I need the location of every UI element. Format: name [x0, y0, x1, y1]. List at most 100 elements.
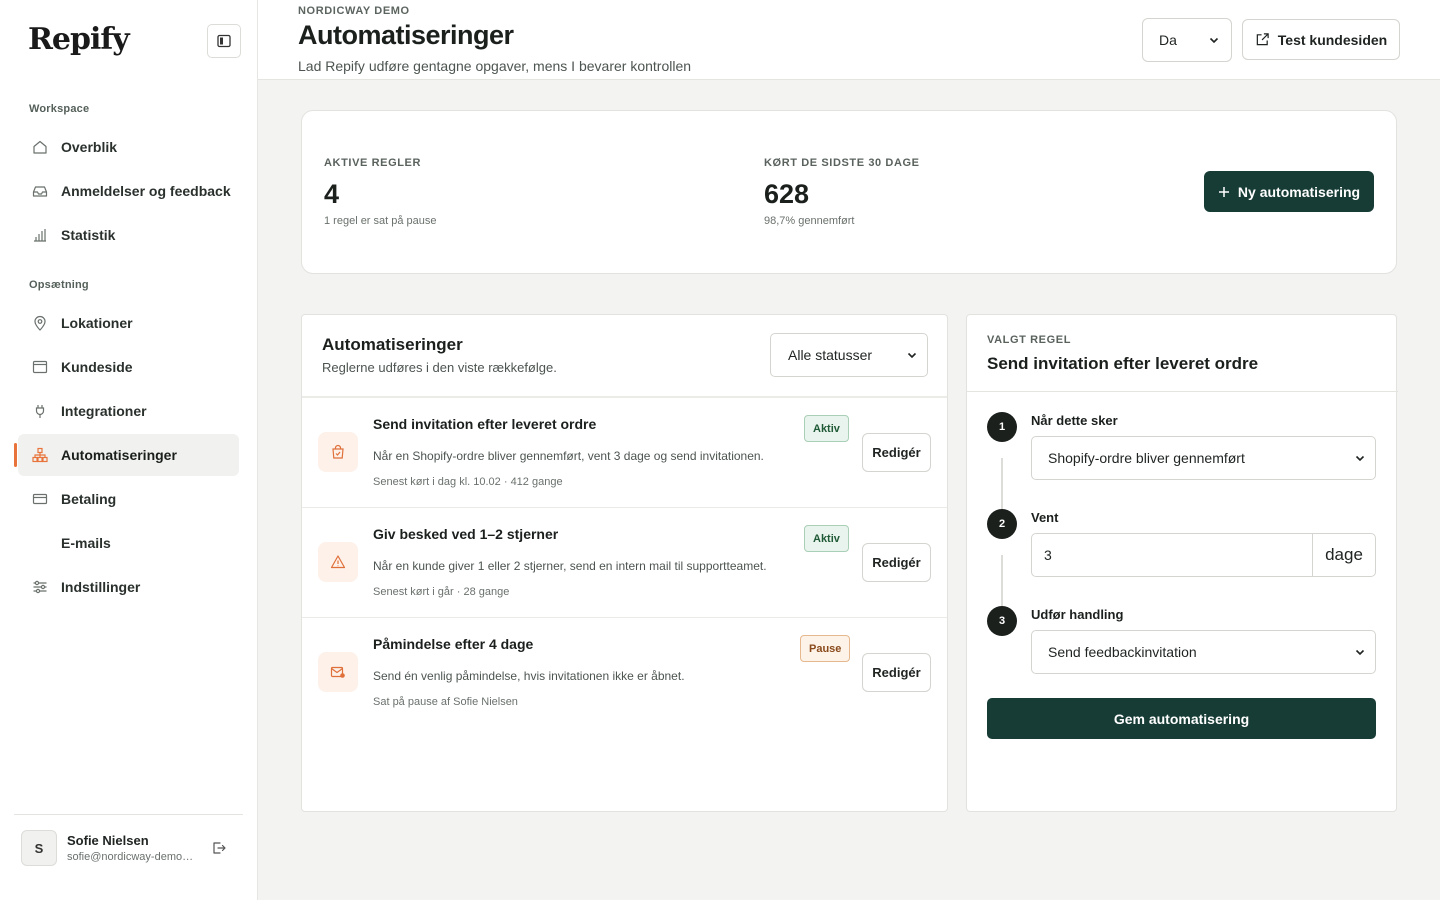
map-pin-icon	[31, 315, 48, 332]
plug-icon	[31, 403, 48, 420]
bar-chart-icon	[31, 227, 48, 244]
sidebar-item-label: Anmeldelser og feedback	[61, 183, 231, 199]
sidebar-item-kundeside[interactable]: Kundeside	[18, 346, 239, 388]
automation-meta: Senest kørt i dag kl. 10.02 · 412 gange	[373, 476, 563, 488]
sidebar-collapse-button[interactable]	[207, 24, 241, 58]
status-badge: Pause	[800, 635, 851, 662]
sidebar-item-label: Betaling	[61, 491, 117, 507]
automations-list-card: Automatiseringer Reglerne udføres i den …	[301, 314, 948, 812]
external-link-icon	[1256, 33, 1269, 46]
sidebar-item-label: E-mails	[61, 535, 111, 551]
blank-icon	[31, 535, 48, 552]
warning-icon	[318, 542, 358, 582]
sidebar-item-betaling[interactable]: Betaling	[18, 478, 239, 520]
credit-card-icon	[31, 491, 48, 508]
page-title: Automatiseringer	[298, 20, 514, 50]
browser-window-icon	[31, 359, 48, 376]
active-rules-note: 1 regel er sat på pause	[324, 215, 437, 227]
list-item[interactable]: Send invitation efter leveret ordre Når …	[302, 398, 947, 508]
step-number: 1	[987, 412, 1017, 442]
step-number: 3	[987, 606, 1017, 636]
sidebar-item-overblik[interactable]: Overblik	[18, 126, 239, 168]
trigger-value: Shopify-ordre bliver gennemført	[1048, 450, 1245, 466]
active-indicator	[14, 443, 17, 467]
home-icon	[31, 139, 48, 156]
status-badge: Aktiv	[804, 525, 849, 552]
logout-icon	[213, 842, 226, 854]
sidebar-item-label: Statistik	[61, 227, 116, 243]
wait-unit-label: dage	[1312, 534, 1375, 576]
sidebar-item-label: Lokationer	[61, 315, 133, 331]
active-rules-value: 4	[324, 179, 340, 209]
automation-description: Når en Shopify-ordre bliver gennemført, …	[373, 449, 764, 463]
step-label: Udfør handling	[1031, 607, 1124, 622]
edit-button[interactable]: Redigér	[862, 653, 931, 692]
automation-meta: Senest kørt i går · 28 gange	[373, 586, 510, 598]
list-title: Automatiseringer	[322, 335, 463, 354]
sidebar-item-label: Indstillinger	[61, 579, 141, 595]
step-connector	[1001, 555, 1003, 613]
new-automation-label: Ny automatisering	[1237, 183, 1361, 200]
sidebar-item-automatiseringer[interactable]: Automatiseringer	[18, 434, 239, 476]
sidebar-toggle-icon	[217, 34, 231, 48]
plus-icon	[1218, 186, 1229, 197]
trigger-select[interactable]: Shopify-ordre bliver gennemført	[1031, 436, 1376, 480]
test-customer-page-button[interactable]: Test kundesiden	[1242, 19, 1400, 60]
status-filter-value: Alle statusser	[788, 347, 873, 363]
wait-days-input[interactable]: 3	[1032, 534, 1312, 576]
sidebar-item-anmeldelser[interactable]: Anmeldelser og feedback	[18, 170, 239, 212]
status-filter-select[interactable]: Alle statusser	[770, 333, 928, 377]
sidebar-item-indstillinger[interactable]: Indstillinger	[18, 566, 239, 608]
action-value: Send feedbackinvitation	[1048, 644, 1197, 660]
edit-button[interactable]: Redigér	[862, 543, 931, 582]
workspace-name: NORDICWAY DEMO	[298, 5, 410, 17]
step-label: Når dette sker	[1031, 413, 1118, 428]
runs-label: KØRT DE SIDSTE 30 DAGE	[764, 157, 920, 169]
logo[interactable]: Repify	[28, 22, 130, 57]
sidebar-item-label: Automatiseringer	[61, 447, 177, 463]
automation-description: Send én venlig påmindelse, hvis invitati…	[373, 669, 685, 683]
list-item[interactable]: Giv besked ved 1–2 stjerner Når en kunde…	[302, 508, 947, 618]
selected-rule-card: VALGT REGEL Send invitation efter levere…	[966, 314, 1398, 812]
workflow-icon	[31, 447, 48, 464]
language-select[interactable]: Da	[1142, 18, 1232, 62]
chevron-down-icon	[907, 352, 917, 359]
test-button-label: Test kundesiden	[1277, 31, 1388, 48]
stats-card: AKTIVE REGLER 4 1 regel er sat på pause …	[301, 110, 1397, 274]
automation-description: Når en kunde giver 1 eller 2 stjerner, s…	[373, 559, 767, 573]
shopping-bag-icon	[318, 432, 358, 472]
edit-button[interactable]: Redigér	[862, 433, 931, 472]
sliders-icon	[31, 579, 48, 596]
automation-title: Giv besked ved 1–2 stjerner	[373, 526, 559, 542]
rule-divider	[967, 391, 1398, 392]
step-connector	[1001, 458, 1003, 516]
section-label-opsaetning: Opsætning	[29, 279, 89, 291]
runs-value: 628	[764, 179, 810, 209]
chevron-down-icon	[1209, 37, 1219, 44]
sidebar-item-label: Kundeside	[61, 359, 133, 375]
sidebar-item-statistik[interactable]: Statistik	[18, 214, 239, 256]
wait-field-group: 3 dage	[1031, 533, 1376, 577]
sidebar-item-emails[interactable]: E-mails	[18, 522, 239, 564]
sidebar-divider	[14, 814, 243, 815]
chevron-down-icon	[1355, 455, 1365, 462]
sidebar-item-lokationer[interactable]: Lokationer	[18, 302, 239, 344]
automation-title: Send invitation efter leveret ordre	[373, 416, 597, 432]
automation-meta: Sat på pause af Sofie Nielsen	[373, 696, 518, 708]
action-select[interactable]: Send feedbackinvitation	[1031, 630, 1376, 674]
user-name: Sofie Nielsen	[67, 833, 149, 848]
sidebar-item-integrationer[interactable]: Integrationer	[18, 390, 239, 432]
status-badge: Aktiv	[804, 415, 849, 442]
user-email: sofie@nordicway-demo.dk	[67, 851, 195, 863]
new-automation-button[interactable]: Ny automatisering	[1204, 171, 1374, 212]
save-automation-button[interactable]: Gem automatisering	[987, 698, 1376, 739]
rule-eyebrow: VALGT REGEL	[987, 334, 1072, 346]
chevron-down-icon	[1355, 649, 1365, 656]
list-item[interactable]: Påmindelse efter 4 dage Send én venlig p…	[302, 618, 947, 728]
avatar[interactable]: S	[21, 830, 57, 866]
sidebar: Repify Workspace Overblik Anmeldelser og…	[0, 0, 258, 900]
step-label: Vent	[1031, 510, 1059, 525]
inbox-icon	[31, 183, 48, 200]
logout-button[interactable]	[210, 839, 228, 857]
sidebar-item-label: Overblik	[61, 139, 118, 155]
